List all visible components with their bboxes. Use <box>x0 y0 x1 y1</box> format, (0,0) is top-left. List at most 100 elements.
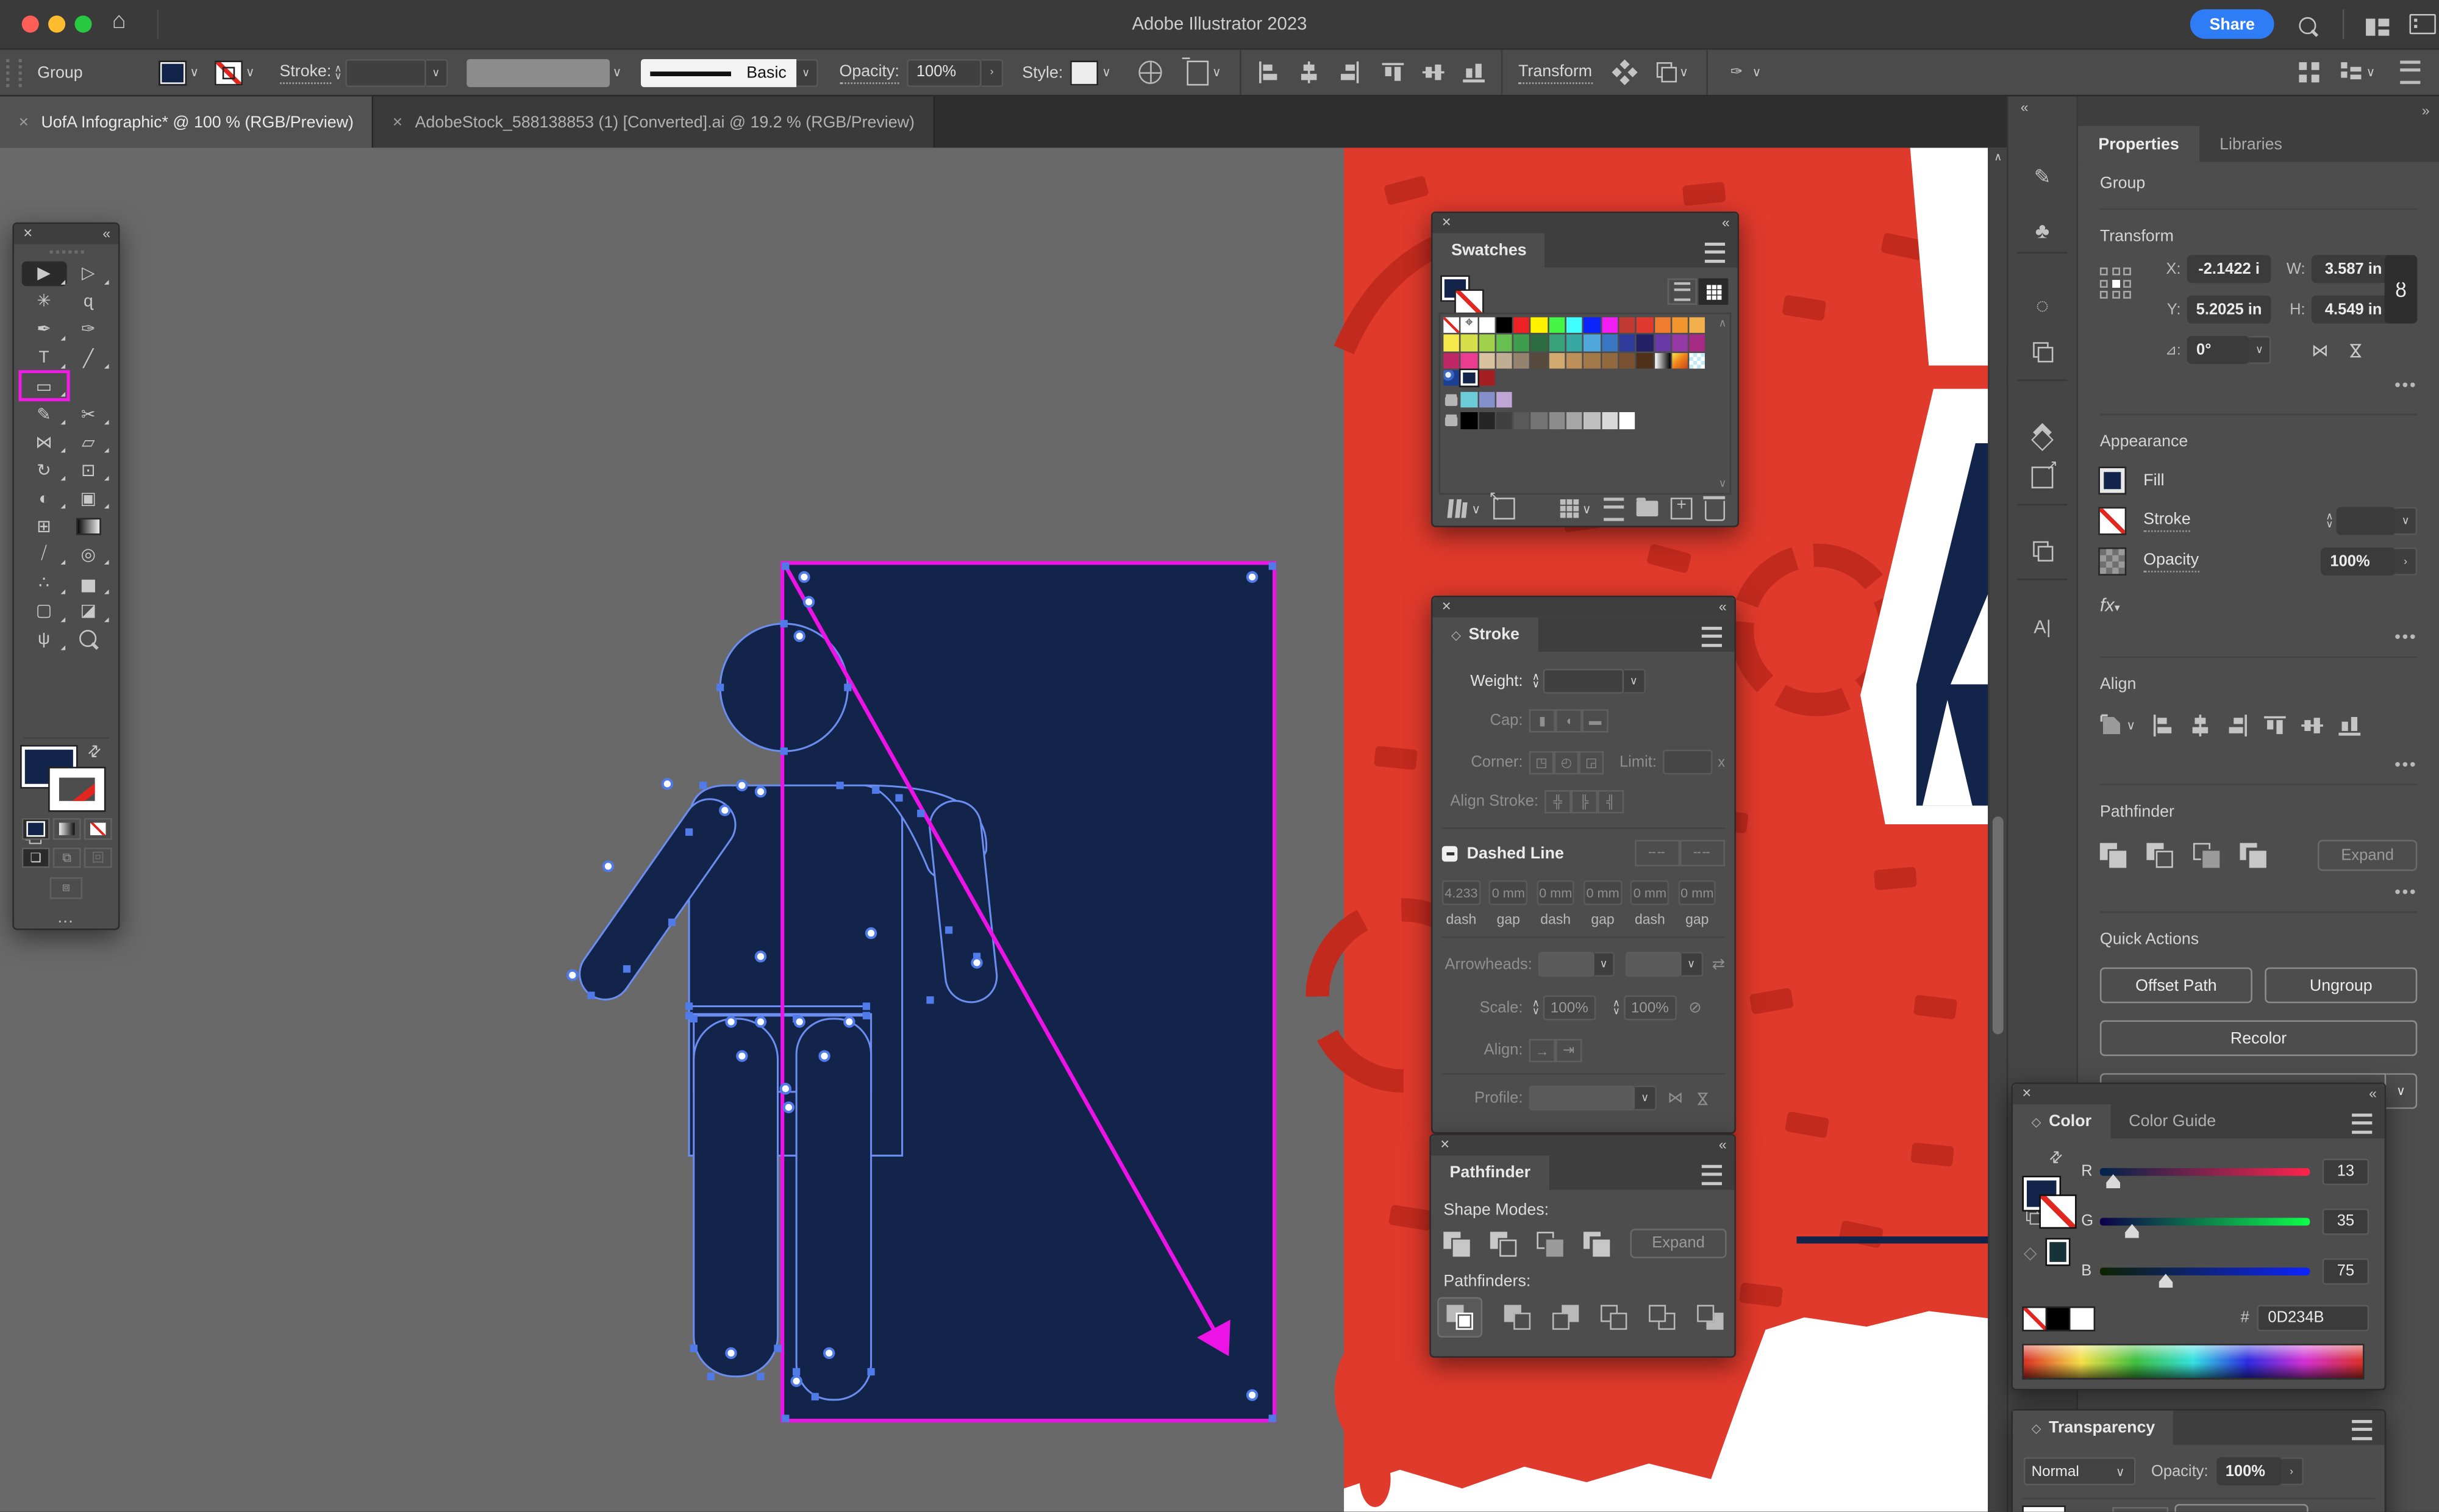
screen-mode-button[interactable]: ⧈ <box>50 877 83 899</box>
weight-dropdown-icon[interactable]: ∨ <box>1624 669 1646 694</box>
align-to-chevron-icon[interactable]: ∨ <box>2123 718 2138 732</box>
intersect-button[interactable] <box>1537 1231 1563 1256</box>
swatch[interactable] <box>1443 352 1459 368</box>
outline-button[interactable] <box>1649 1305 1675 1330</box>
stroke-weight-stepper[interactable]: ∧∨ <box>331 65 345 80</box>
intersect-button[interactable] <box>2193 843 2219 868</box>
flip-along-icon[interactable]: ⋈ <box>1668 1089 1684 1107</box>
opacity-field[interactable]: 100% <box>2216 1457 2281 1485</box>
scale-start-stepper[interactable]: ∧∨ <box>1529 1000 1543 1016</box>
align-left-icon[interactable] <box>2151 713 2174 736</box>
cap-butt-button[interactable]: ▮ <box>1529 709 1555 732</box>
swatch[interactable] <box>1602 335 1618 351</box>
white-chip[interactable] <box>2070 1308 2093 1330</box>
swatch[interactable] <box>1619 335 1635 351</box>
align-bottom-icon[interactable] <box>1462 60 1485 84</box>
hand-tool[interactable]: ψ <box>22 627 66 652</box>
swatch[interactable] <box>1584 335 1600 351</box>
tab-color-guide[interactable]: Color Guide <box>2110 1104 2235 1138</box>
opacity-field[interactable]: 100% <box>907 59 982 87</box>
gap-field[interactable]: 0 mm <box>1678 880 1716 905</box>
draw-normal-button[interactable]: ❏ <box>22 847 50 868</box>
swap-fill-stroke-icon[interactable]: ⇄ <box>85 741 106 763</box>
gap-field[interactable]: 0 mm <box>1584 880 1622 905</box>
stroke-proxy[interactable] <box>2041 1196 2075 1227</box>
swatch[interactable] <box>1461 413 1477 429</box>
none-chip[interactable] <box>2024 1308 2047 1330</box>
brushes-panel-icon[interactable]: ✎ <box>2008 165 2076 190</box>
merge-button[interactable] <box>1552 1305 1579 1330</box>
swatch[interactable] <box>1531 352 1547 368</box>
trim-button[interactable] <box>1504 1305 1530 1330</box>
swatch[interactable] <box>1637 352 1652 368</box>
stroke-color-chip[interactable] <box>215 60 243 85</box>
symbols-panel-icon[interactable]: ♣ <box>2008 218 2076 243</box>
swatch[interactable] <box>1672 317 1688 333</box>
workspace-switcher-icon[interactable] <box>2341 62 2363 82</box>
close-panel-icon[interactable]: × <box>1442 213 1451 233</box>
angle-chevron-icon[interactable]: ∨ <box>2249 336 2271 364</box>
weight-stepper[interactable]: ∧∨ <box>1529 674 1543 690</box>
swatch[interactable] <box>1531 413 1547 429</box>
r-slider[interactable] <box>2100 1168 2310 1176</box>
transform-link[interactable]: Transform <box>1518 62 1592 84</box>
arrowhead-start-chevron-icon[interactable]: ∨ <box>1594 952 1615 977</box>
tab-properties[interactable]: Properties <box>2078 126 2199 162</box>
grid-view-button[interactable] <box>1699 279 1728 305</box>
list-view-button[interactable] <box>1668 279 1697 305</box>
fill-color-chip[interactable] <box>159 60 187 85</box>
scroll-up-icon[interactable]: ∧ <box>1719 317 1727 329</box>
tab-color[interactable]: ◇Color <box>2013 1104 2110 1138</box>
align-hcenter-icon[interactable] <box>1298 60 1321 84</box>
align-top-icon[interactable] <box>2263 713 2286 736</box>
corner-round-button[interactable]: ◴ <box>1554 751 1579 774</box>
swatch[interactable] <box>1496 317 1512 333</box>
new-color-group-icon[interactable] <box>1637 501 1659 516</box>
close-panel-icon[interactable]: × <box>2022 1084 2031 1104</box>
swatch[interactable] <box>1637 317 1652 333</box>
profile-chevron-icon[interactable]: ∨ <box>1635 1086 1657 1111</box>
stroke-weight-field[interactable] <box>2337 507 2396 535</box>
dash-field[interactable]: 0 mm <box>1630 880 1669 905</box>
collapse-dock-icon[interactable]: « <box>2008 99 2089 115</box>
swatch[interactable] <box>1496 352 1512 368</box>
close-panel-icon[interactable]: × <box>23 224 32 244</box>
close-panel-icon[interactable]: × <box>1442 597 1451 618</box>
link-scales-icon[interactable]: ⊘ <box>1688 999 1701 1016</box>
stroke-weight-stepper[interactable]: ∧∨ <box>2323 513 2336 529</box>
document-tab-inactive[interactable]: × AdobeStock_588138853 (1) [Converted].a… <box>374 96 935 148</box>
constrain-proportions-button[interactable]: ȣ <box>2385 255 2418 323</box>
swatch[interactable] <box>1619 317 1635 333</box>
document-setup-globe-icon[interactable] <box>1139 60 1162 84</box>
swatch[interactable] <box>1549 317 1565 333</box>
object-thumbnail[interactable] <box>2024 1507 2064 1512</box>
panel-menu-icon[interactable] <box>2352 1114 2372 1134</box>
swatch[interactable] <box>1443 335 1459 351</box>
g-slider[interactable] <box>2100 1218 2310 1225</box>
flip-across-icon[interactable]: ⋈ <box>1693 1090 1710 1106</box>
swatch[interactable] <box>1531 317 1547 333</box>
shear-tool[interactable]: ▱ <box>66 430 110 455</box>
align-stroke-inside-button[interactable]: ╠ <box>1571 790 1598 813</box>
swatch[interactable] <box>1654 317 1670 333</box>
swatch[interactable] <box>1690 317 1705 333</box>
zoom-tool[interactable] <box>66 627 110 652</box>
limit-field[interactable] <box>1663 750 1713 775</box>
dash-field[interactable]: 4.233 <box>1442 880 1480 905</box>
swatch[interactable] <box>1479 335 1494 351</box>
global-edit-chevron-icon[interactable]: ∨ <box>2386 1073 2417 1109</box>
scrollbar-thumb[interactable] <box>1993 816 2004 1034</box>
recolor-button[interactable]: Recolor <box>2100 1020 2417 1056</box>
share-button[interactable]: Share <box>2190 9 2274 38</box>
collapse-panel-icon[interactable]: « <box>1722 213 1728 233</box>
paintbrush-tool[interactable]: ✎ <box>22 402 66 426</box>
swatch[interactable] <box>1602 352 1618 368</box>
stroke-swatch[interactable] <box>2100 508 2125 533</box>
swatch[interactable] <box>1566 317 1582 333</box>
divide-button[interactable] <box>1437 1297 1482 1338</box>
mesh-tool[interactable]: ⊞ <box>22 515 66 539</box>
character-panel-icon[interactable]: A| <box>2008 616 2076 638</box>
swatch[interactable] <box>1461 317 1477 333</box>
arrowhead-end-chevron-icon[interactable]: ∨ <box>1681 952 1702 977</box>
toolbar-drag-handle[interactable] <box>49 251 83 260</box>
